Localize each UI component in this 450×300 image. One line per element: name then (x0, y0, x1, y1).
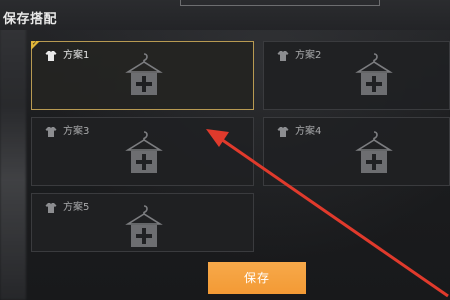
shirt-icon (277, 51, 289, 61)
shirt-icon (45, 127, 57, 137)
check-icon: ✓ (32, 40, 38, 47)
slot-label: 方案3 (63, 126, 90, 137)
top-frame-line (180, 0, 380, 6)
hanger-add-icon[interactable] (124, 130, 164, 174)
slot-label: 方案4 (295, 126, 322, 137)
shirt-icon (45, 51, 57, 61)
hanger-add-icon[interactable] (124, 52, 164, 96)
shirt-icon (277, 127, 289, 137)
outfit-slot-4[interactable]: 方案4 (263, 117, 450, 186)
outfit-slot-2[interactable]: 方案2 (263, 41, 450, 110)
save-button[interactable]: 保存 (208, 262, 306, 294)
hanger-add-icon[interactable] (124, 204, 164, 248)
panel-title: 保存搭配 (3, 12, 58, 27)
hanger-add-icon[interactable] (354, 130, 394, 174)
slot-label: 方案2 (295, 50, 322, 61)
shirt-icon (45, 203, 57, 213)
outfit-save-screen: 保存搭配 ✓ 方案1 方案2 方案3 方案4 方案5 保存 (0, 0, 450, 300)
slot-label: 方案5 (63, 202, 90, 213)
outfit-slot-3[interactable]: 方案3 (31, 117, 254, 186)
slot-label: 方案1 (63, 50, 90, 61)
outfit-slot-5[interactable]: 方案5 (31, 193, 254, 252)
hanger-add-icon[interactable] (354, 52, 394, 96)
background-blur (0, 0, 26, 300)
outfit-slot-1[interactable]: ✓ 方案1 (31, 41, 254, 110)
